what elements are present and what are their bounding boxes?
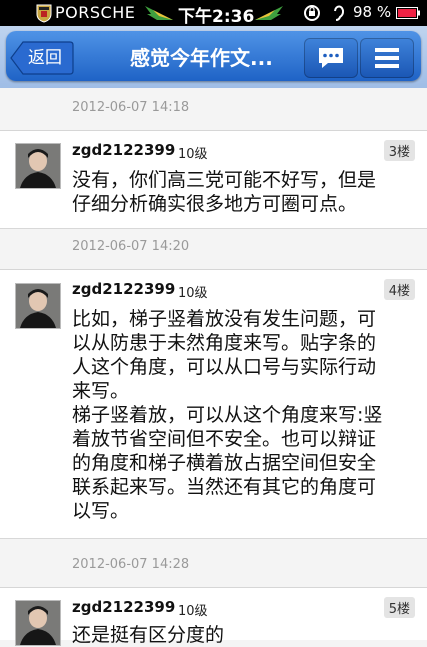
timestamp-text: 2012-06-07 14:28 xyxy=(72,557,190,572)
floor-badge: 4楼 xyxy=(383,279,415,300)
post-item[interactable]: zgd2122399 10级 4楼 比如，梯子竖着放没有发生问题，可 以从防患于… xyxy=(0,270,427,539)
post-content: 没有，你们高三党可能不好写，但是 仔细分析确实很多地方可圈可点。 xyxy=(72,169,377,215)
porsche-crest-icon xyxy=(36,4,52,23)
post-content: 比如，梯子竖着放没有发生问题，可 以从防患于未然角度来写。贴字条的 人这个角度，… xyxy=(72,308,383,522)
user-level: 10级 xyxy=(178,604,208,619)
username[interactable]: zgd2122399 xyxy=(72,280,175,298)
user-photo xyxy=(16,601,60,645)
back-button[interactable]: 返回 xyxy=(10,40,74,76)
user-photo xyxy=(16,284,60,328)
username[interactable]: zgd2122399 xyxy=(72,598,175,616)
rotation-lock-icon xyxy=(304,5,320,21)
back-button-label: 返回 xyxy=(28,48,62,68)
post-timestamp: 2012-06-07 14:20 xyxy=(0,229,427,270)
page-title: 感觉今年作文... xyxy=(130,46,273,70)
avatar[interactable] xyxy=(15,143,61,189)
wing-right-icon xyxy=(255,6,283,20)
avatar[interactable] xyxy=(15,283,61,329)
floor-badge: 5楼 xyxy=(383,597,415,618)
status-bar: PORSCHE 下午2:36 98 % xyxy=(0,0,427,27)
post-item[interactable]: zgd2122399 10级 5楼 还是挺有区分度的 xyxy=(0,588,427,646)
post-item[interactable]: zgd2122399 10级 3楼 没有，你们高三党可能不好写，但是 仔细分析确… xyxy=(0,131,427,229)
wing-left-icon xyxy=(145,6,173,20)
comment-button[interactable] xyxy=(304,38,358,78)
post-content: 还是挺有区分度的 xyxy=(72,624,225,646)
timestamp-text: 2012-06-07 14:18 xyxy=(72,100,190,115)
avatar[interactable] xyxy=(15,600,61,646)
post-timestamp: 2012-06-07 14:18 xyxy=(0,90,427,131)
timestamp-text: 2012-06-07 14:20 xyxy=(72,239,190,254)
menu-button[interactable] xyxy=(360,38,414,78)
username[interactable]: zgd2122399 xyxy=(72,141,175,159)
battery-percentage: 98 % xyxy=(353,3,392,21)
carrier-name: PORSCHE xyxy=(55,3,136,22)
comment-icon xyxy=(319,48,343,68)
user-level: 10级 xyxy=(178,147,208,162)
floor-badge: 3楼 xyxy=(383,140,415,161)
menu-icon xyxy=(375,48,399,68)
battery-icon xyxy=(396,7,420,19)
user-level: 10级 xyxy=(178,286,208,301)
hearing-icon xyxy=(334,5,344,21)
user-photo xyxy=(16,144,60,188)
clock: 下午2:36 xyxy=(178,7,255,27)
post-timestamp: 2012-06-07 14:28 xyxy=(0,547,427,588)
